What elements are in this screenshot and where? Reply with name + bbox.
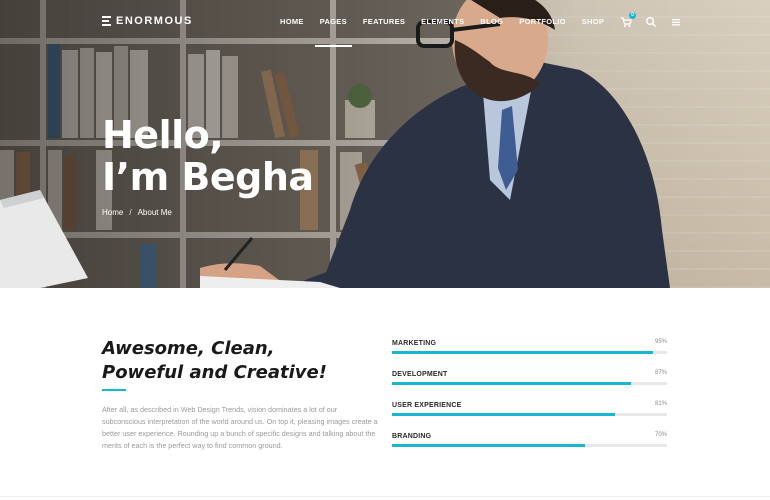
cart-icon[interactable]: 0 <box>620 12 636 27</box>
nav-item-home[interactable]: HOME <box>272 17 312 26</box>
skill-percent: 95% <box>654 339 667 345</box>
about-heading: Awesome, Clean, Poweful and Creative! <box>102 338 327 383</box>
section-divider <box>0 496 770 497</box>
nav-item-pages[interactable]: PAGES <box>312 17 355 47</box>
skill-development: DEVELOPMENT 87% <box>392 370 667 402</box>
skill-progress-track <box>392 413 667 416</box>
site-logo[interactable]: ENORMOUS <box>102 15 193 27</box>
logo-bars-icon <box>102 16 111 26</box>
header-icons: 0 <box>620 12 682 28</box>
main-navigation: HOME PAGES FEATURES ELEMENTS BLOG PORTFO… <box>272 17 612 47</box>
search-icon[interactable] <box>645 15 657 28</box>
skill-percent: 87% <box>654 370 667 376</box>
skill-progress-fill <box>392 351 654 354</box>
breadcrumb: Home / About Me <box>102 208 172 217</box>
skill-percent: 81% <box>654 401 667 407</box>
skills-list: MARKETING 95% DEVELOPMENT 87% USER EXPER… <box>392 339 667 464</box>
cart-count-badge: 0 <box>629 12 636 19</box>
nav-item-features[interactable]: FEATURES <box>355 17 413 26</box>
skill-label: MARKETING <box>392 340 437 347</box>
logo-text: ENORMOUS <box>116 15 193 27</box>
skill-branding: BRANDING 70% <box>392 432 667 464</box>
nav-item-elements[interactable]: ELEMENTS <box>413 17 472 26</box>
skill-progress-fill <box>392 444 585 447</box>
skill-label: DEVELOPMENT <box>392 371 448 378</box>
skill-label: USER EXPERIENCE <box>392 402 462 409</box>
hero-banner: ENORMOUS HOME PAGES FEATURES ELEMENTS BL… <box>0 0 770 288</box>
hero-title: Hello, I’m Begha <box>102 113 314 199</box>
skill-marketing: MARKETING 95% <box>392 339 667 371</box>
laptop-image <box>0 190 88 288</box>
skill-progress-fill <box>392 382 632 385</box>
breadcrumb-separator: / <box>129 208 132 217</box>
skill-progress-fill <box>392 413 615 416</box>
skill-progress-track <box>392 382 667 385</box>
skill-progress-track <box>392 351 667 354</box>
about-paragraph: After all, as described in Web Design Tr… <box>102 405 378 450</box>
heading-accent-rule <box>102 389 126 391</box>
nav-item-blog[interactable]: BLOG <box>472 17 511 26</box>
menu-icon[interactable] <box>670 15 682 27</box>
nav-item-shop[interactable]: SHOP <box>574 17 612 26</box>
skill-percent: 70% <box>654 432 667 438</box>
nav-item-portfolio[interactable]: PORTFOLIO <box>511 17 573 26</box>
skill-label: BRANDING <box>392 433 432 440</box>
breadcrumb-home-link[interactable]: Home <box>102 208 123 217</box>
breadcrumb-current: About Me <box>137 208 172 217</box>
skill-progress-track <box>392 444 667 447</box>
skill-user-experience: USER EXPERIENCE 81% <box>392 401 667 433</box>
